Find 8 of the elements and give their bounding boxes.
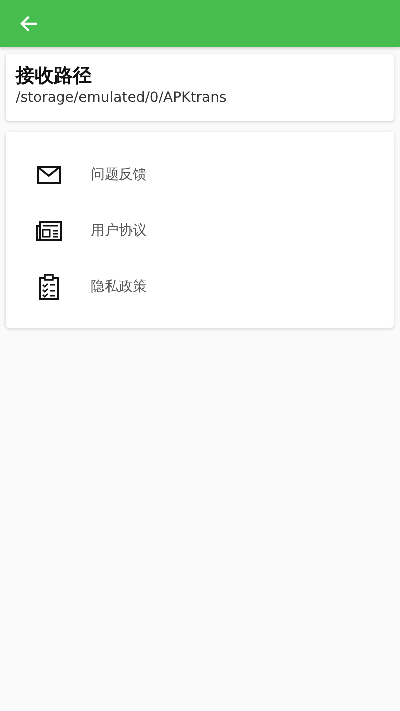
menu-item[interactable]: 隐私政策 <box>6 259 394 315</box>
path-text: /storage/emulated/0/APKtrans <box>16 89 228 108</box>
section-title: 接收路径 <box>16 64 93 88</box>
menu-item[interactable]: 用户协议 <box>6 203 394 259</box>
checklist-icon <box>39 274 59 300</box>
mail-icon <box>37 166 61 184</box>
newspaper-icon <box>36 221 62 241</box>
menu-item[interactable]: 问题反馈 <box>6 147 394 203</box>
